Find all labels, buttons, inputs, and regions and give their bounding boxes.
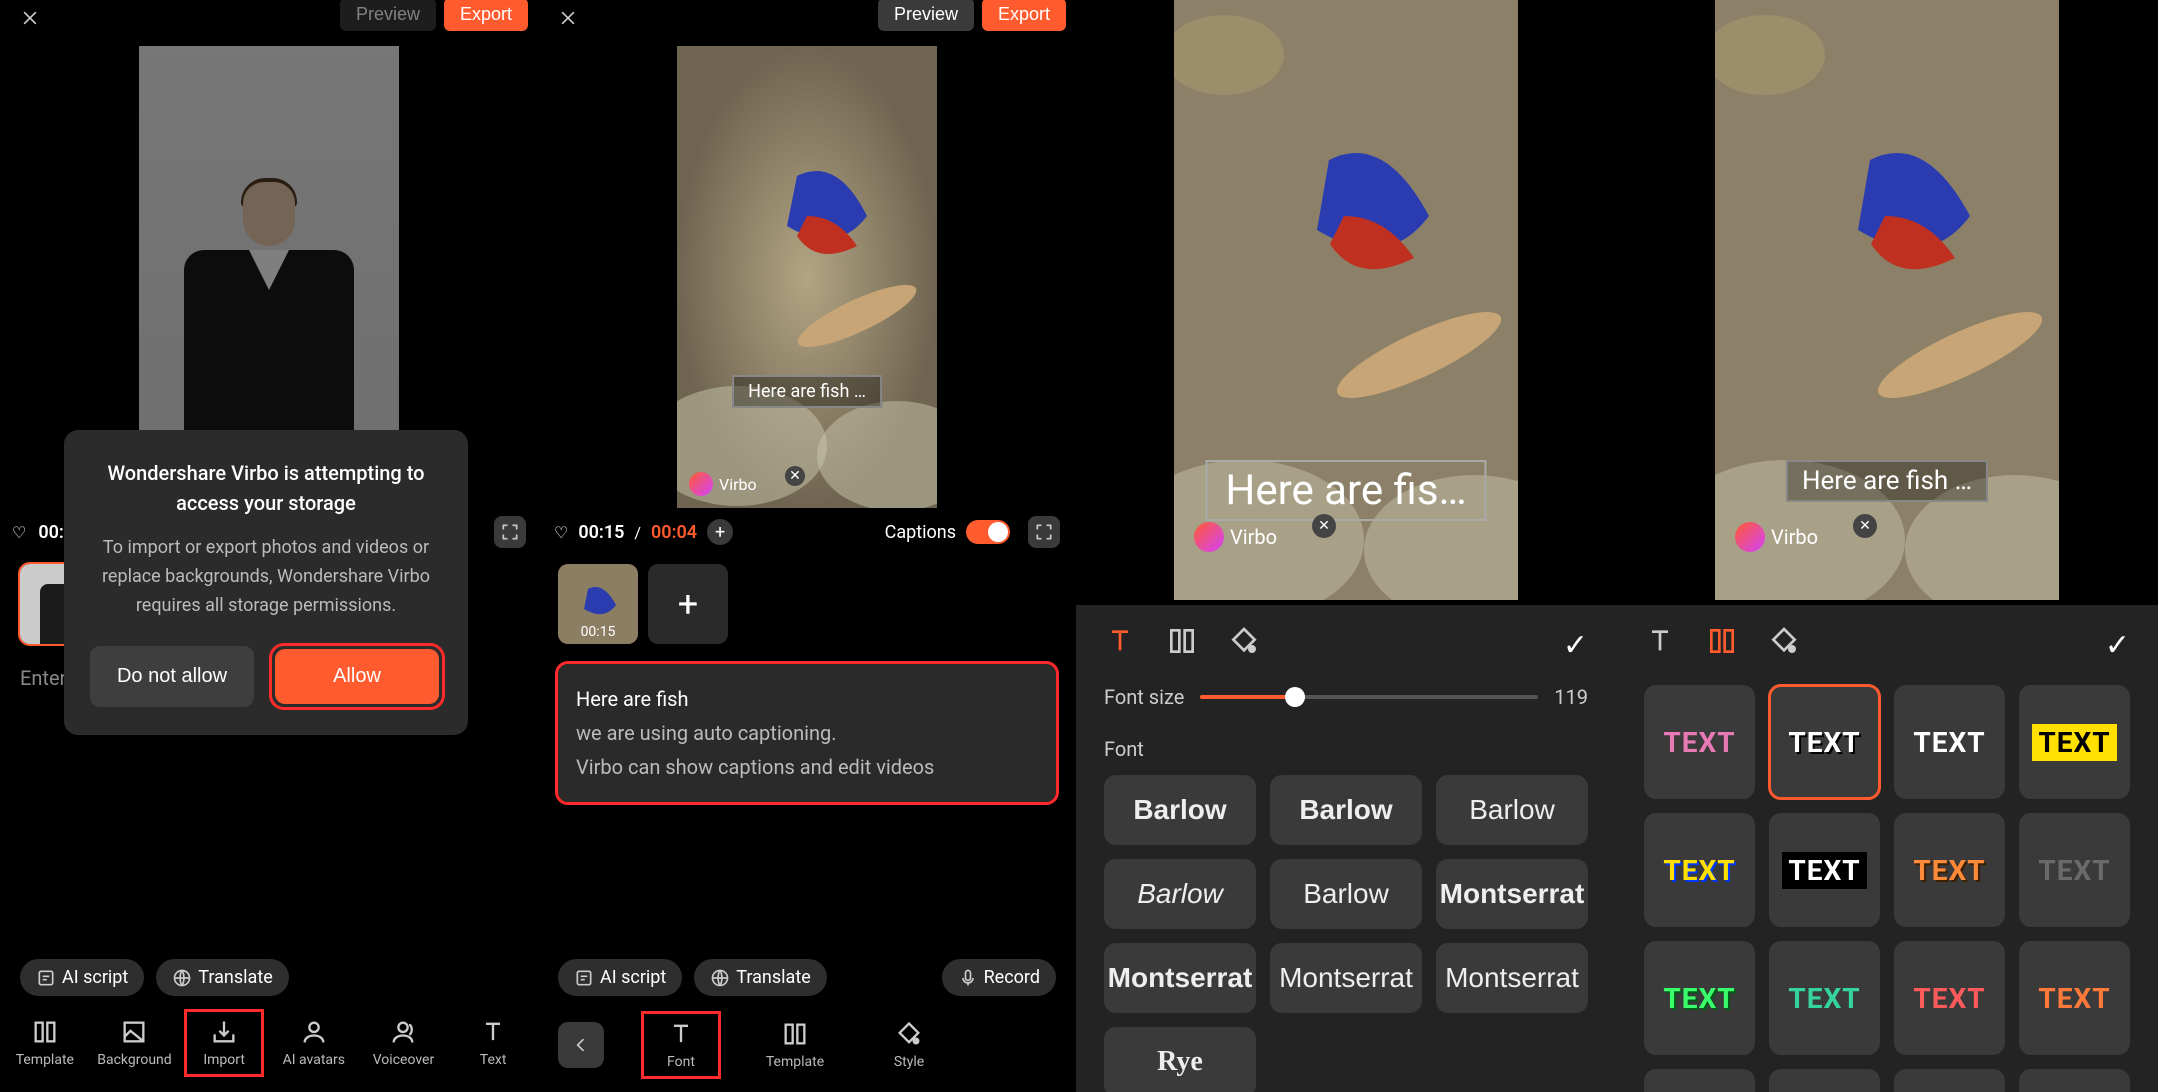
translate-chip[interactable]: Translate — [156, 959, 288, 996]
nav-font[interactable]: Font — [644, 1014, 718, 1076]
confirm-button[interactable]: ✓ — [2105, 628, 2130, 663]
font-option[interactable]: Montserrat — [1436, 943, 1588, 1013]
close-icon[interactable] — [558, 8, 578, 32]
font-option[interactable]: Barlow — [1104, 775, 1256, 845]
font-size-label: Font size — [1104, 685, 1184, 709]
tab-template-icon[interactable] — [1166, 625, 1198, 665]
favorite-icon[interactable]: ♡ — [12, 523, 26, 542]
text-style-option[interactable]: TEXT — [1644, 941, 1755, 1055]
text-style-option[interactable]: TEXT — [1769, 1069, 1880, 1092]
video-preview: Here are fish … Virbo ✕ — [677, 46, 937, 508]
text-style-option[interactable]: TEXT — [2019, 685, 2130, 799]
caption-overlay[interactable]: Here are fis… — [1205, 460, 1486, 521]
watermark: Virbo — [1735, 522, 1818, 552]
close-icon[interactable] — [20, 8, 40, 32]
text-style-option[interactable]: TEXT — [1644, 1069, 1755, 1092]
back-button[interactable] — [558, 1022, 604, 1068]
font-option[interactable]: Barlow — [1436, 775, 1588, 845]
caption-overlay[interactable]: Here are fish … — [1786, 460, 1988, 502]
captions-toggle[interactable] — [966, 520, 1010, 544]
export-button[interactable]: Export — [444, 0, 528, 31]
text-style-option[interactable]: TEXT — [1894, 941, 2005, 1055]
clip-thumb[interactable]: 00:15 — [558, 564, 638, 644]
text-style-option[interactable]: TEXT — [2019, 813, 2130, 927]
tab-style-icon[interactable] — [1768, 625, 1800, 665]
font-option[interactable]: Montserrat — [1436, 859, 1588, 929]
nav-template[interactable]: Template — [758, 1020, 832, 1070]
fullscreen-icon[interactable] — [1028, 516, 1060, 548]
text-style-option[interactable]: TEXT — [1769, 941, 1880, 1055]
remove-watermark-button[interactable]: ✕ — [1853, 514, 1877, 538]
captions-label: Captions — [885, 522, 956, 543]
preview-button[interactable]: Preview — [340, 0, 436, 31]
permission-dialog: Wondershare Virbo is attempting to acces… — [64, 430, 468, 735]
text-style-option[interactable]: TEXT — [1769, 813, 1880, 927]
font-option[interactable]: Rye — [1104, 1027, 1256, 1092]
tab-template-icon[interactable] — [1706, 625, 1738, 665]
translate-chip[interactable]: Translate — [694, 959, 826, 996]
text-style-option[interactable]: TEXT — [2019, 941, 2130, 1055]
font-size-slider[interactable] — [1200, 695, 1538, 699]
remove-watermark-button[interactable]: ✕ — [1312, 514, 1336, 538]
time-current: 00:15 — [578, 522, 624, 543]
text-style-option[interactable]: TEXT — [1894, 813, 2005, 927]
ai-script-chip[interactable]: AI script — [558, 959, 682, 996]
video-preview: Here are fis… Virbo ✕ — [1174, 0, 1518, 600]
nav-style[interactable]: Style — [872, 1020, 946, 1070]
dialog-body: To import or export photos and videos or… — [90, 534, 442, 620]
text-style-option[interactable]: TEXT — [2019, 1069, 2130, 1092]
text-style-option[interactable]: TEXT — [1894, 1069, 2005, 1092]
fullscreen-icon[interactable] — [494, 516, 526, 548]
export-button[interactable]: Export — [982, 0, 1066, 31]
nav-voiceover[interactable]: Voiceover — [366, 1018, 440, 1068]
font-size-value: 119 — [1554, 685, 1588, 709]
tab-style-icon[interactable] — [1228, 625, 1260, 665]
preview-button[interactable]: Preview — [878, 0, 974, 31]
time-total: 00:04 — [651, 522, 697, 543]
nav-background[interactable]: Background — [97, 1018, 171, 1068]
text-style-option[interactable]: TEXT — [1894, 685, 2005, 799]
watermark: Virbo — [689, 472, 757, 496]
font-option[interactable]: Montserrat — [1104, 943, 1256, 1013]
video-preview: Here are fish … Virbo ✕ — [1715, 0, 2059, 600]
record-chip[interactable]: Record — [942, 959, 1056, 996]
confirm-button[interactable]: ✓ — [1563, 628, 1588, 663]
font-option[interactable]: Barlow — [1270, 859, 1422, 929]
text-style-option[interactable]: TEXT — [1644, 685, 1755, 799]
caption-overlay[interactable]: Here are fish … — [732, 375, 882, 408]
tab-font-icon[interactable] — [1644, 625, 1676, 665]
watermark: Virbo — [1194, 522, 1277, 552]
tab-font-icon[interactable] — [1104, 625, 1136, 665]
remove-watermark-button[interactable]: ✕ — [785, 466, 805, 486]
captions-script[interactable]: Here are fish we are using auto captioni… — [558, 664, 1056, 802]
font-section-label: Font — [1104, 737, 1588, 761]
nav-text[interactable]: Text — [456, 1018, 530, 1068]
favorite-icon[interactable]: ♡ — [554, 523, 568, 542]
font-option[interactable]: Montserrat — [1270, 943, 1422, 1013]
text-style-option[interactable]: TEXT — [1769, 685, 1880, 799]
text-style-option[interactable]: TEXT — [1644, 813, 1755, 927]
allow-button[interactable]: Allow — [275, 649, 439, 704]
font-option[interactable]: Barlow — [1270, 775, 1422, 845]
nav-ai-avatars[interactable]: AI avatars — [277, 1018, 351, 1068]
add-time-button[interactable]: + — [707, 519, 733, 545]
nav-template[interactable]: Template — [8, 1018, 82, 1068]
deny-button[interactable]: Do not allow — [90, 646, 254, 707]
add-clip-button[interactable]: + — [648, 564, 728, 644]
font-option[interactable]: Barlow — [1104, 859, 1256, 929]
nav-import[interactable]: Import — [187, 1012, 261, 1074]
dialog-title: Wondershare Virbo is attempting to acces… — [90, 458, 442, 518]
ai-script-chip[interactable]: AI script — [20, 959, 144, 996]
